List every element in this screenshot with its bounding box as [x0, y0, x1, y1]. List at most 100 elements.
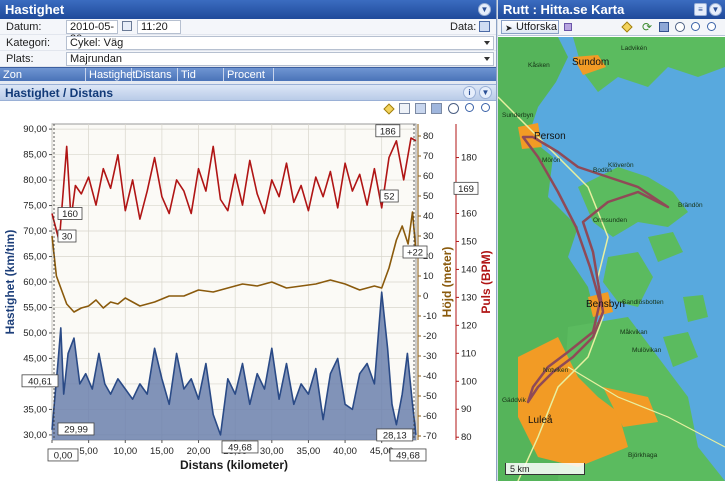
map-marker-icon[interactable] [621, 21, 633, 33]
speed-tick-label-6: 60,00 [23, 277, 47, 288]
speed-axis-title: Hastighet (km/tim) [3, 230, 17, 335]
chart-info-icon[interactable]: i [463, 86, 476, 99]
place-makvikan: Måkvikan [620, 329, 648, 336]
speed-tick-label-8: 70,00 [23, 226, 47, 237]
map-zoom-in-icon[interactable] [691, 22, 700, 31]
place-sandlosbotten: Sandlösbotten [622, 299, 664, 306]
height-tick-label-5: -20 [423, 331, 437, 342]
map-menu-chevron-icon[interactable]: ▼ [709, 3, 722, 16]
category-dropdown-icon [484, 41, 490, 45]
place-kasken: Kåsken [528, 62, 550, 69]
speed-tick-label-5: 55,00 [23, 302, 47, 313]
pulse-tick-label-3: 110 [461, 348, 476, 359]
map-scale: 5 km [505, 463, 585, 475]
map-list-icon[interactable]: ≡ [694, 3, 707, 16]
pulse-tick-label-7: 150 [461, 236, 477, 247]
height-tick-label-10: 30 [423, 231, 434, 242]
readout-label-1: 30 [62, 232, 73, 243]
map-crosshair-icon[interactable] [675, 22, 685, 32]
pulse-tick-label-8: 160 [461, 208, 477, 219]
distance-tick-label-1: 5,00 [79, 446, 98, 457]
height-tick-label-2: -50 [423, 391, 437, 402]
distance-tick-label-7: 35,00 [297, 446, 321, 457]
place-mulovikan: Mulövikan [632, 347, 662, 354]
pulse-tick-label-4: 120 [461, 320, 477, 331]
data-settings-icon[interactable] [479, 21, 490, 32]
height-tick-label-6: -10 [423, 311, 437, 322]
column-percent[interactable]: Procent [224, 68, 274, 81]
map-layer-icon[interactable] [564, 23, 572, 31]
chart-canvas: 30,00 35,00 40,00 45,00 50,00 55,00 60,00 65,00… [3, 123, 493, 472]
speed-tick-label-9: 75,00 [23, 201, 47, 212]
route-map[interactable]: Ladvikén Kåsken Sundom Sunderbyn Person … [498, 37, 725, 481]
speed-tick-label-12: 90,00 [23, 124, 47, 135]
place-ladviken: Ladvikén [621, 45, 648, 52]
pulse-tick-label-10: 180 [461, 153, 477, 164]
chart-menu-chevron-icon[interactable]: ▼ [479, 86, 492, 99]
place-bensbyn: Bensbyn [586, 299, 625, 310]
readout-label-7: 52 [384, 192, 395, 203]
chart-panel-title: Hastighet / Distans [5, 86, 114, 100]
height-tick-label-4: -30 [423, 351, 437, 362]
distance-axis-title: Distans (kilometer) [180, 458, 288, 472]
place-moron: Mörön [542, 157, 561, 164]
pulse-tick-label-0: 80 [461, 432, 472, 443]
pulse-tick-label-1: 90 [461, 404, 472, 415]
island-east-3 [663, 332, 698, 367]
calendar-icon[interactable] [122, 21, 132, 31]
speed-panel-header: Hastighet ▼ [0, 0, 496, 19]
speed-tick-label-1: 35,00 [23, 404, 47, 415]
panel-menu-chevron-icon[interactable]: ▼ [478, 3, 491, 16]
pulse-axis-title: Puls (BPM) [479, 250, 493, 313]
distance-tick-label-2: 10,00 [113, 446, 137, 457]
date-input[interactable]: 2010-05-30 [66, 20, 118, 45]
readout-label-2: 40,61 [28, 376, 52, 387]
place-sundom: Sundom [572, 57, 610, 68]
height-tick-label-15: 80 [423, 131, 434, 142]
speed-panel-title: Hastighet [5, 2, 65, 17]
map-panel: Rutt : Hitta.se Karta ≡ ▼ ➤ Utforska ⟳ L… [498, 0, 725, 481]
place-dropdown-icon [484, 57, 490, 61]
speed-tick-label-4: 50,00 [23, 328, 47, 339]
island-east-1 [648, 232, 683, 262]
pulse-tick-label-6: 140 [461, 264, 477, 275]
pulse-tick-label-2: 100 [461, 376, 477, 387]
cursor-icon: ➤ [505, 23, 513, 33]
column-speed[interactable]: Hastighet [86, 68, 135, 81]
height-tick-label-11: 40 [423, 211, 434, 222]
category-value: Cykel: Väg [70, 37, 124, 49]
explore-button[interactable]: ➤ Utforska [501, 20, 559, 34]
time-input[interactable]: 11:20 [137, 20, 181, 34]
speed-tick-label-3: 45,00 [23, 353, 47, 364]
category-label: Kategori: [6, 37, 51, 49]
map-panel-header: Rutt : Hitta.se Karta ≡ ▼ [498, 0, 725, 19]
place-value: Majrundan [70, 53, 122, 65]
height-tick-label-3: -40 [423, 371, 437, 382]
readout-label-0: 160 [62, 209, 78, 220]
height-tick-label-13: 60 [423, 171, 434, 182]
place-select[interactable]: Majrundan [66, 52, 494, 66]
readout-label-4: 0,00 [54, 450, 73, 461]
data-label: Data: [450, 21, 477, 33]
height-axis-title: Höjd (meter) [440, 247, 454, 318]
place-sunderbyn: Sunderbyn [502, 112, 534, 119]
height-tick-label-8: 10 [423, 271, 434, 282]
height-tick-label-7: 0 [423, 291, 428, 302]
place-gaddvik: Gäddvik [502, 397, 526, 404]
map-panel-title: Rutt : Hitta.se Karta [503, 2, 625, 17]
place-ormsunden: Ormsunden [593, 217, 627, 224]
distance-tick-label-4: 20,00 [187, 446, 211, 457]
place-brandon: Brändön [678, 202, 703, 209]
column-time[interactable]: Tid [178, 68, 224, 81]
refresh-icon[interactable]: ⟳ [642, 21, 652, 33]
speed-tick-label-7: 65,00 [23, 252, 47, 263]
column-distance[interactable]: Distans [132, 68, 178, 81]
readout-label-11: 49,68 [396, 450, 420, 461]
map-toolbar: ➤ Utforska ⟳ [498, 19, 725, 36]
column-zone[interactable]: Zon [0, 68, 86, 81]
category-select[interactable]: Cykel: Väg [66, 36, 494, 50]
map-save-icon[interactable] [659, 22, 669, 32]
speed-distance-chart[interactable]: 30,00 35,00 40,00 45,00 50,00 55,00 60,00 65,00… [0, 110, 497, 481]
place-label: Plats: [6, 53, 34, 65]
map-zoom-out-icon[interactable] [707, 22, 716, 31]
